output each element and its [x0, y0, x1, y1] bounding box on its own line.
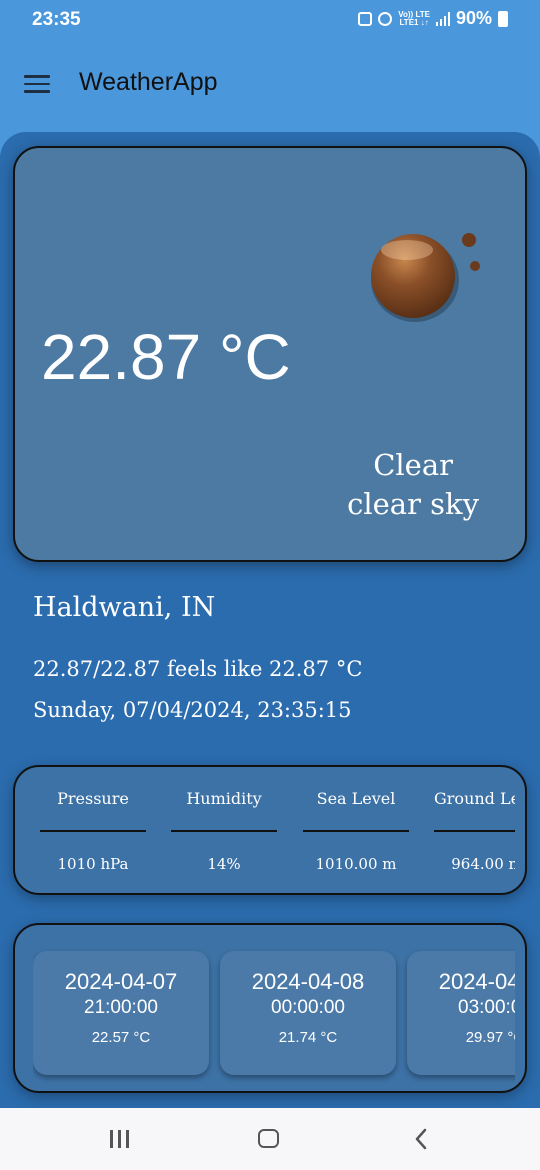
alarm-icon [378, 11, 393, 26]
forecast-temp: 21.74 °C [278, 1029, 338, 1046]
lte-icon: Vo)) LTE LTE1 ↓↑ [398, 10, 430, 27]
system-nav-bar [0, 1108, 540, 1170]
detail-label: Ground Level [434, 789, 515, 808]
forecast-date: 2024-04-07 [64, 969, 178, 994]
recents-icon[interactable] [106, 1126, 134, 1152]
detail-label: Humidity [186, 789, 262, 808]
battery-icon [498, 10, 508, 27]
detail-value: 964.00 m [451, 855, 515, 873]
status-icons: Vo)) LTE LTE1 ↓↑ 90% [358, 8, 508, 29]
app-title: WeatherApp [79, 68, 218, 96]
forecast-time: 03:00:00 [458, 997, 515, 1018]
status-bar: 23:35 Vo)) LTE LTE1 ↓↑ 90% [0, 0, 540, 40]
detail-divider [303, 830, 409, 832]
menu-icon[interactable] [24, 75, 50, 93]
signal-icon [435, 11, 450, 26]
forecast-card[interactable]: 2024-04-07 21:00:00 22.57 °C 2024-04-08 … [13, 923, 527, 1093]
home-icon[interactable] [256, 1126, 284, 1152]
lte-bottom-text: LTE1 ↓↑ [399, 17, 429, 27]
detail-value: 14% [207, 855, 241, 873]
detail-divider [434, 830, 515, 832]
battery-percent: 90% [455, 8, 492, 28]
city-name: Haldwani, IN [33, 592, 216, 623]
notification-icon [358, 11, 373, 26]
status-time: 23:35 [32, 9, 81, 30]
forecast-date: 2024-04-08 [251, 969, 365, 994]
forecast-item[interactable]: 2024-04-07 21:00:00 22.57 °C [33, 951, 209, 1075]
main-content[interactable]: 22.87 °C Clear clear sky Haldwani, IN 22… [0, 132, 540, 1108]
weather-main: Clear [373, 448, 453, 482]
detail-divider [171, 830, 277, 832]
detail-divider [40, 830, 146, 832]
weather-description: clear sky [347, 487, 479, 521]
detail-label: Sea Level [316, 789, 396, 808]
feels-like: 22.87/22.87 feels like 22.87 °C [33, 657, 363, 681]
detail-humidity: Humidity 14% [171, 767, 277, 893]
forecast-item[interactable]: 2024-04-08 03:00:00 29.97 °C [407, 951, 515, 1075]
current-temperature: 22.87 °C [41, 321, 291, 393]
current-datetime: Sunday, 07/04/2024, 23:35:15 [33, 698, 352, 722]
forecast-temp: 29.97 °C [465, 1029, 515, 1046]
current-weather-card: 22.87 °C Clear clear sky [13, 146, 527, 562]
detail-pressure: Pressure 1010 hPa [40, 767, 146, 893]
detail-value: 1010.00 m [315, 855, 397, 873]
forecast-time: 00:00:00 [271, 997, 345, 1018]
details-card[interactable]: Pressure 1010 hPa Humidity 14% Sea Level… [13, 765, 527, 895]
app-bar: WeatherApp [0, 40, 540, 128]
detail-value: 1010 hPa [57, 855, 129, 873]
detail-label: Pressure [57, 789, 129, 808]
forecast-time: 21:00:00 [84, 997, 158, 1018]
back-icon[interactable] [408, 1126, 436, 1152]
moon-icon [371, 233, 480, 322]
detail-sea-level: Sea Level 1010.00 m [303, 767, 409, 893]
forecast-temp: 22.57 °C [91, 1029, 151, 1046]
forecast-item[interactable]: 2024-04-08 00:00:00 21.74 °C [220, 951, 396, 1075]
forecast-date: 2024-04-08 [438, 969, 515, 994]
forecast-row[interactable]: 2024-04-07 21:00:00 22.57 °C 2024-04-08 … [33, 925, 515, 1091]
detail-ground-level: Ground Level 964.00 m [434, 767, 515, 893]
details-row[interactable]: Pressure 1010 hPa Humidity 14% Sea Level… [40, 767, 515, 893]
